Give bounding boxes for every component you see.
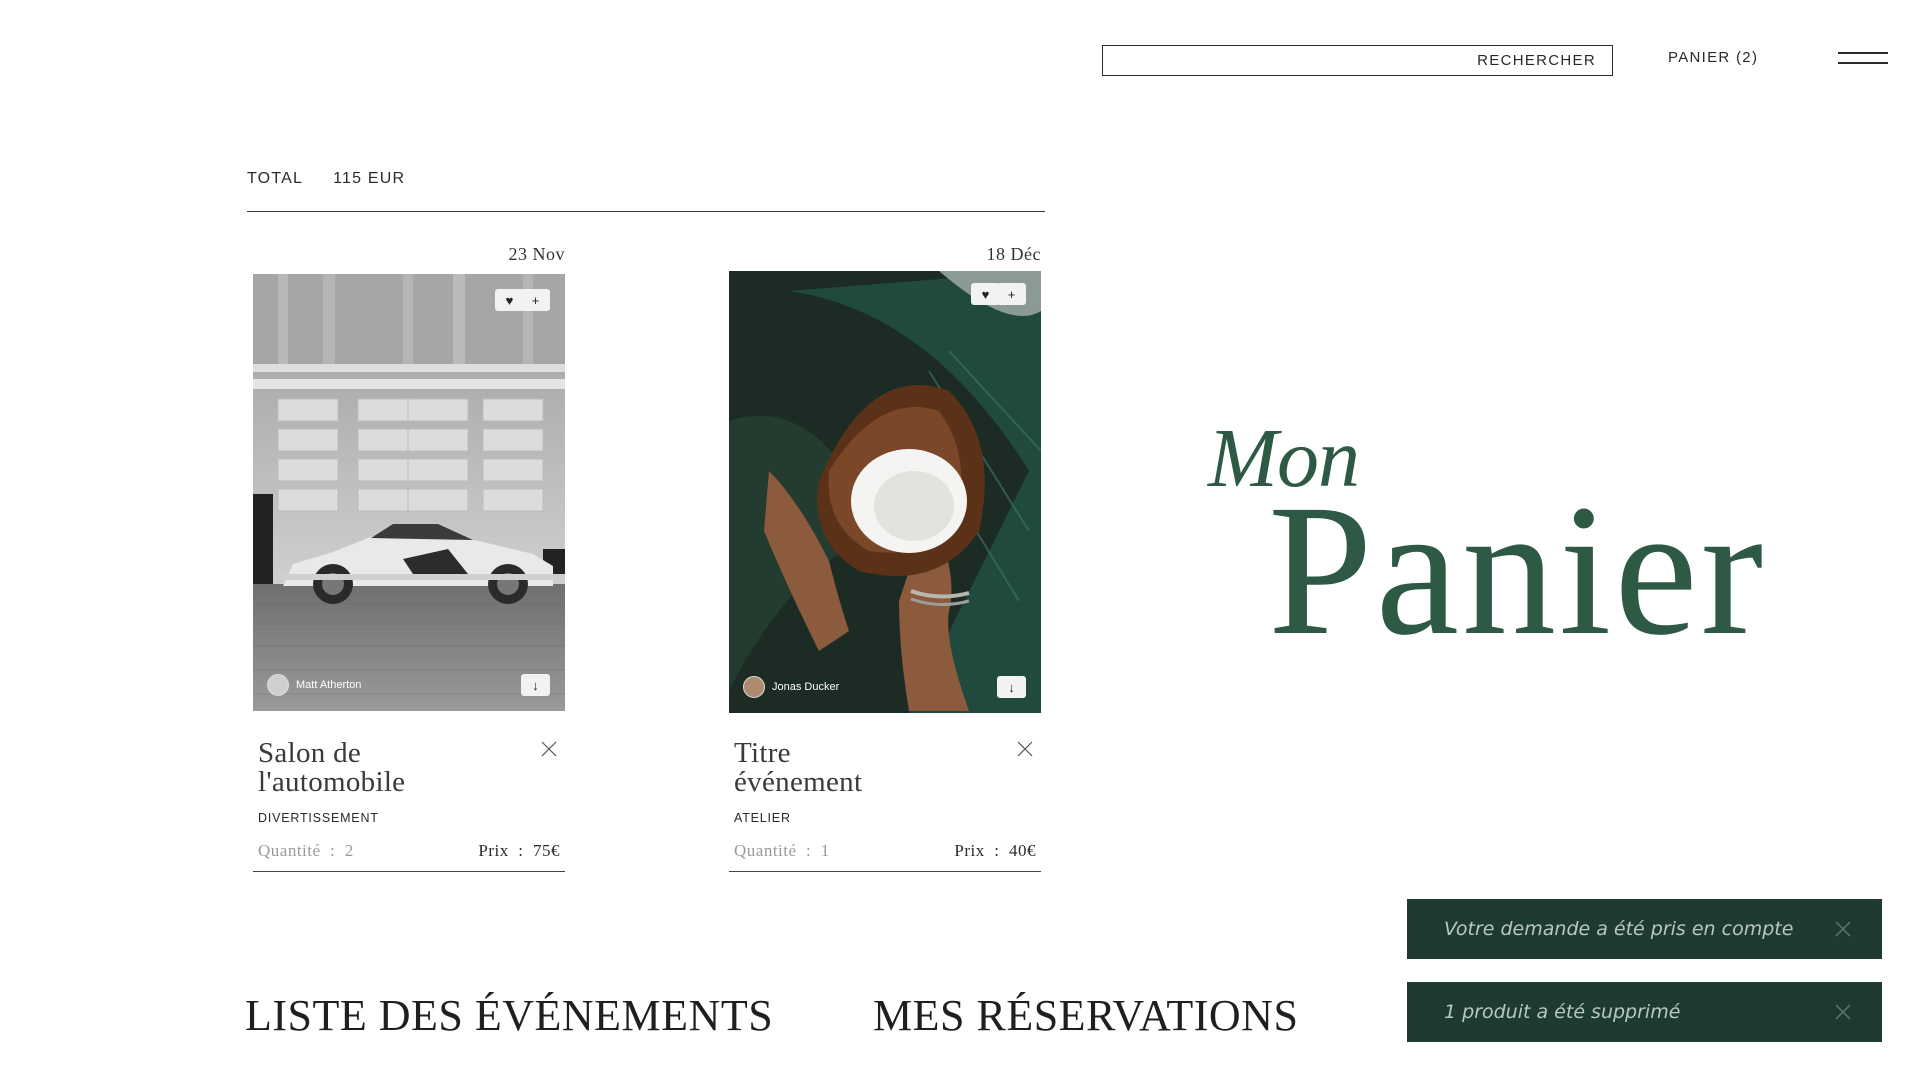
toast-message: 1 produit a été supprimé [1444,1001,1681,1023]
search-input[interactable] [1109,49,1449,71]
reservations-link[interactable]: MES RÉSERVATIONS [873,990,1298,1041]
quantity: Quantité : 1 [734,841,830,860]
event-title-line1: Salon de [258,737,362,769]
close-icon[interactable] [1015,739,1035,759]
photo-author[interactable]: Matt Atherton [267,674,361,696]
avatar [743,676,765,698]
cart-item-card: 18 Déc ♥ + ↓ Jonas Ducker Titre événemen… [729,244,1041,872]
total-value: 115 EUR [333,170,406,187]
cart-link[interactable]: PANIER (2) [1668,49,1758,66]
cart-item-card: 23 Nov ♥ + ↓ Matt Atherton Salon de l'au… [253,244,565,872]
close-icon[interactable] [1834,1003,1852,1021]
toast-notification: 1 produit a été supprimé [1407,982,1882,1042]
event-title: Titre événement [734,739,974,797]
heart-icon[interactable]: ♥ [971,283,1000,305]
close-icon[interactable] [1834,920,1852,938]
event-title-line2: événement [734,766,863,798]
event-category: DIVERTISSEMENT [258,811,379,825]
plus-icon[interactable]: + [521,289,550,311]
author-name: Matt Atherton [296,679,362,691]
event-image: ♥ + ↓ Jonas Ducker [729,271,1041,713]
event-image: ♥ + ↓ Matt Atherton [253,274,565,711]
item-footer: Quantité : 2 Prix : 75€ [253,841,565,872]
hamburger-menu-icon[interactable] [1838,51,1888,67]
avatar [267,674,289,696]
event-title: Salon de l'automobile [258,739,498,797]
search-button[interactable]: RECHERCHER [1477,52,1596,69]
price: Prix : 75€ [478,841,560,860]
quantity: Quantité : 2 [258,841,354,860]
event-title-line2: l'automobile [258,766,406,798]
download-icon[interactable]: ↓ [521,674,550,696]
total-label: TOTAL [247,170,304,187]
page-title-panier: Panier [1268,465,1767,674]
event-date: 23 Nov [508,244,565,264]
download-icon[interactable]: ↓ [997,676,1026,698]
event-title-line1: Titre [734,737,791,769]
toast-notification: Votre demande a été pris en compte [1407,899,1882,959]
cart-total: TOTAL 115 EUR [247,170,1045,212]
plus-icon[interactable]: + [997,283,1026,305]
photo-author[interactable]: Jonas Ducker [743,676,839,698]
toast-message: Votre demande a été pris en compte [1444,918,1794,940]
event-date: 18 Déc [986,244,1041,264]
coconut-photo [729,271,1041,713]
author-name: Jonas Ducker [772,681,840,693]
heart-icon[interactable]: ♥ [495,289,524,311]
price: Prix : 40€ [954,841,1036,860]
search-box: RECHERCHER [1102,45,1613,76]
close-icon[interactable] [539,739,559,759]
car-photo [253,274,565,711]
item-footer: Quantité : 1 Prix : 40€ [729,841,1041,872]
events-list-link[interactable]: LISTE DES ÉVÉNEMENTS [245,990,773,1041]
event-category: ATELIER [734,811,791,825]
